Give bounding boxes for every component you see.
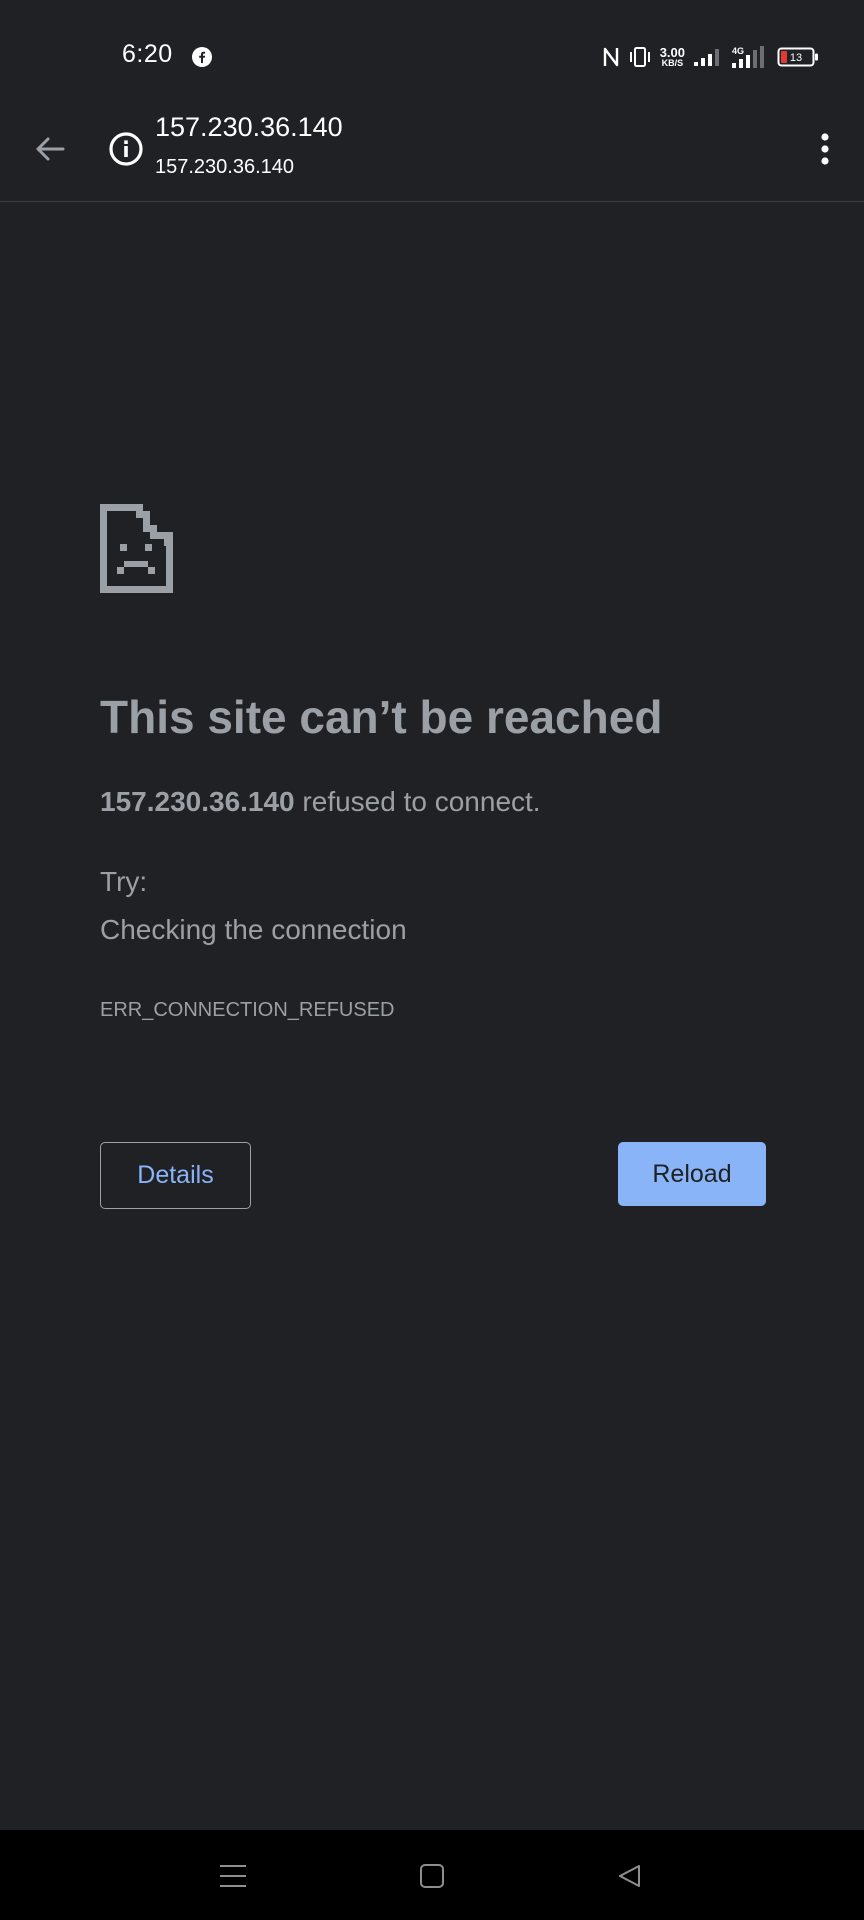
back-triangle-icon: [619, 1865, 640, 1887]
battery-icon: 13: [777, 47, 818, 67]
url-text[interactable]: 157.230.36.140: [155, 156, 294, 179]
menu-icon: [220, 1865, 246, 1887]
site-info-button[interactable]: [100, 121, 152, 177]
system-nav-bar: [0, 1830, 864, 1920]
error-message: refused to connect.: [294, 786, 541, 817]
nav-back-button[interactable]: [600, 1848, 660, 1904]
signal-icon: [694, 49, 719, 66]
more-menu-button[interactable]: [800, 121, 850, 177]
signal-4g-icon: 4G: [732, 46, 764, 68]
arrow-left-icon: [36, 137, 65, 161]
reload-button[interactable]: Reload: [618, 1142, 766, 1206]
error-description: 157.230.36.140 refused to connect.: [100, 786, 541, 818]
error-host: 157.230.36.140: [100, 786, 295, 817]
more-vert-icon: [821, 133, 829, 165]
info-icon: [109, 132, 143, 166]
page-title[interactable]: 157.230.36.140: [155, 112, 343, 143]
vibrate-icon: [629, 47, 650, 67]
status-time: 6:20: [122, 40, 173, 68]
details-button[interactable]: Details: [100, 1142, 251, 1209]
back-button[interactable]: [22, 121, 78, 177]
browser-toolbar: 157.230.36.140 157.230.36.140: [0, 100, 864, 202]
net-speed-unit: KB/S: [661, 58, 684, 68]
home-icon: [420, 1864, 444, 1888]
nfc-icon: [603, 47, 618, 67]
net-speed: 3.00 KB/S: [660, 46, 685, 68]
sad-page-icon: [100, 504, 173, 593]
browser-screen: 6:20 3.00 KB/S 4G 13 157.230.36.140 157.…: [0, 0, 864, 1920]
network-type-label: 4G: [732, 46, 744, 56]
try-label: Try:: [100, 866, 148, 897]
status-bar: 6:20 3.00 KB/S 4G 13: [0, 0, 864, 100]
facebook-icon: [192, 47, 212, 67]
battery-level: 13: [790, 52, 802, 64]
status-icons: 3.00 KB/S 4G 13: [602, 44, 819, 70]
error-title: This site can’t be reached: [100, 691, 663, 743]
suggestion-item: Checking the connection: [100, 914, 407, 945]
nav-recents-button[interactable]: [203, 1848, 263, 1904]
error-code: ERR_CONNECTION_REFUSED: [100, 999, 395, 1021]
nav-home-button[interactable]: [402, 1848, 462, 1904]
